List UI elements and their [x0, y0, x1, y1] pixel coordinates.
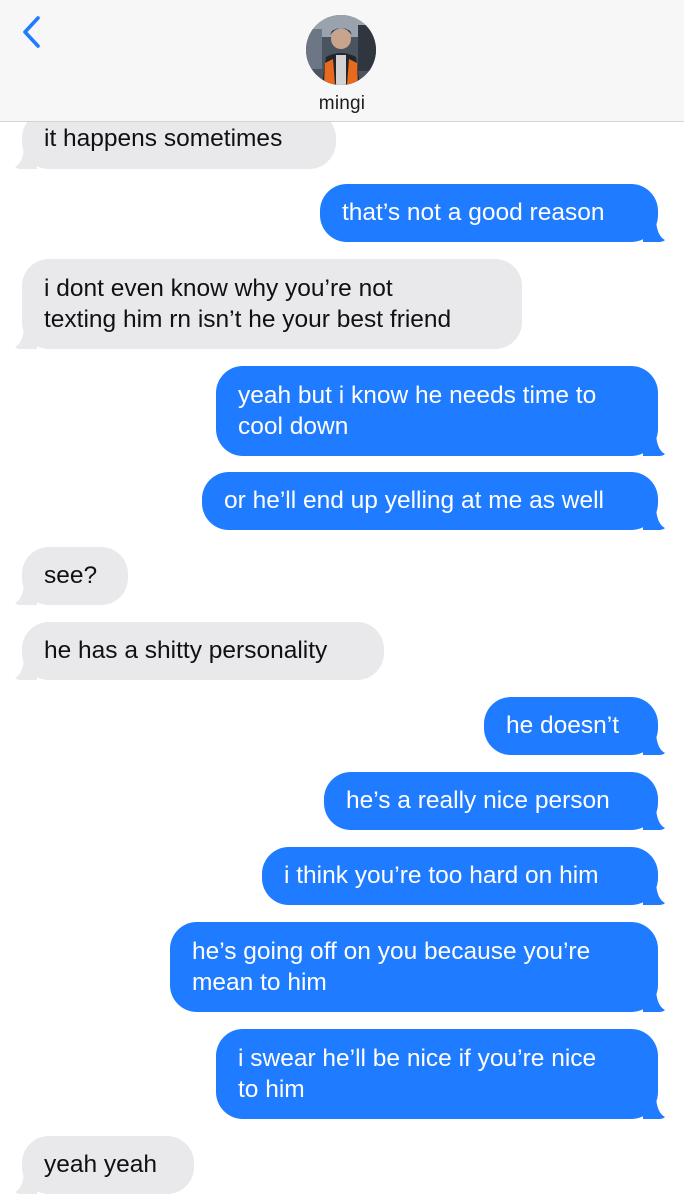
bubble-tail — [643, 1097, 665, 1119]
message-text: it happens sometimes — [44, 125, 283, 152]
bubble-tail — [643, 883, 665, 905]
bubble-tail — [643, 434, 665, 456]
message-bubble-incoming[interactable]: see? — [15, 547, 128, 605]
bubble-tail — [643, 733, 665, 755]
chevron-left-icon — [23, 16, 40, 48]
back-button[interactable] — [18, 14, 48, 50]
message-bubble-outgoing[interactable]: yeah but i know he needs time to cool do… — [216, 366, 665, 456]
message-text: i swear he’ll be nice if you’re nice — [238, 1045, 597, 1072]
message-bubble-incoming[interactable]: he has a shitty personality — [15, 622, 384, 680]
conversation-header: mingi — [0, 0, 684, 122]
message-text: i dont even know why you’re not — [44, 275, 393, 302]
bubble-tail — [643, 220, 665, 242]
message-bubble-incoming[interactable]: yeah yeah — [15, 1136, 194, 1194]
message-text: that’s not a good reason — [342, 199, 605, 226]
message-text: to him — [238, 1076, 305, 1103]
message-bubble-outgoing[interactable]: i swear he’ll be nice if you’re nice to … — [216, 1029, 665, 1119]
contact-name[interactable]: mingi — [0, 93, 684, 115]
bubble-tail — [15, 658, 37, 680]
message-text: yeah but i know he needs time to — [238, 382, 597, 409]
message-bubble-outgoing[interactable]: he’s a really nice person — [324, 772, 665, 830]
message-bubble-outgoing[interactable]: or he’ll end up yelling at me as well — [202, 472, 665, 530]
bubble-tail — [15, 147, 37, 169]
message-bubble-outgoing[interactable]: he’s going off on you because you’re mea… — [170, 922, 665, 1012]
message-text: mean to him — [192, 969, 327, 996]
message-text: he’s a really nice person — [346, 787, 610, 814]
message-bubble-incoming[interactable]: i dont even know why you’re not texting … — [15, 259, 522, 349]
message-text: or he’ll end up yelling at me as well — [224, 487, 604, 514]
contact-photo — [306, 15, 376, 85]
message-text: he has a shitty personality — [44, 637, 328, 664]
bubble-tail — [643, 808, 665, 830]
message-bubble-outgoing[interactable]: that’s not a good reason — [320, 184, 665, 242]
message-text: see? — [44, 562, 98, 589]
message-bubble-outgoing[interactable]: he doesn’t — [484, 697, 665, 755]
avatar[interactable] — [306, 15, 376, 85]
bubble-tail — [643, 508, 665, 530]
message-text: he’s going off on you because you’re — [192, 938, 591, 965]
message-thread: it happens sometimes that’s not a good r… — [0, 0, 684, 1200]
message-text: yeah yeah — [44, 1151, 158, 1178]
message-text: texting him rn isn’t he your best friend — [44, 306, 452, 333]
message-text: cool down — [238, 413, 349, 440]
bubble-tail — [643, 990, 665, 1012]
message-bubble-outgoing[interactable]: i think you’re too hard on him — [262, 847, 665, 905]
bubble-tail — [15, 1172, 37, 1194]
message-text: he doesn’t — [506, 712, 620, 739]
bubble-tail — [15, 583, 37, 605]
bubble-tail — [15, 327, 37, 349]
message-text: i think you’re too hard on him — [284, 862, 599, 889]
